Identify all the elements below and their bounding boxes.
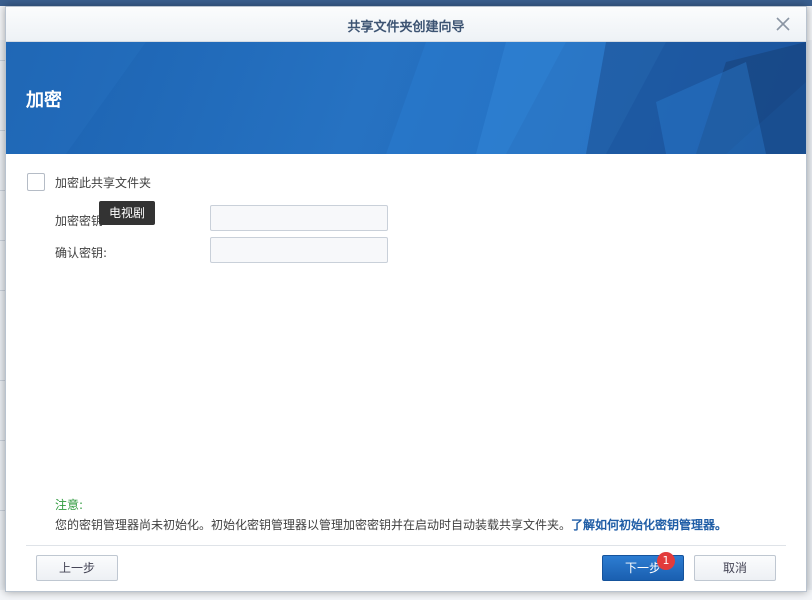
note-text: 您的密钥管理器尚未初始化。初始化密钥管理器以管理加密密钥并在启动时自动装载共享文… [55, 516, 727, 533]
note-title: 注意: [55, 498, 84, 512]
tooltip: 电视剧 [99, 201, 156, 225]
key-input[interactable] [210, 205, 388, 231]
encryption-form: 加密此共享文件夹 加密密钥: 确认密钥: 电视剧 注意: 您的密钥管理器尚未初始… [6, 154, 806, 544]
footer-divider [26, 545, 786, 546]
banner-heading: 加密 [26, 90, 62, 111]
encrypt-checkbox-label[interactable]: 加密此共享文件夹 [55, 174, 151, 191]
confirm-key-input[interactable] [210, 237, 388, 263]
notification-badge: 1 [657, 552, 675, 570]
banner-pattern [6, 42, 806, 154]
step-banner: 加密 [6, 42, 806, 154]
dialog-title: 共享文件夹创建向导 [347, 20, 465, 35]
cancel-button[interactable]: 取消 [694, 555, 776, 581]
close-icon[interactable] [772, 13, 794, 35]
note-body: 您的密钥管理器尚未初始化。初始化密钥管理器以管理加密密钥并在启动时自动装载共享文… [55, 518, 572, 532]
encrypt-checkbox[interactable] [27, 173, 45, 191]
confirm-key-label: 确认密钥: [55, 246, 108, 260]
dialog-titlebar: 共享文件夹创建向导 [6, 7, 806, 42]
wizard-dialog: 共享文件夹创建向导 加密 加密此共享文件夹 加密密钥: 确认密钥: 电视剧 注意… [5, 6, 807, 592]
key-manager-help-link[interactable]: 了解如何初始化密钥管理器。 [571, 518, 727, 532]
previous-button[interactable]: 上一步 [36, 555, 118, 581]
